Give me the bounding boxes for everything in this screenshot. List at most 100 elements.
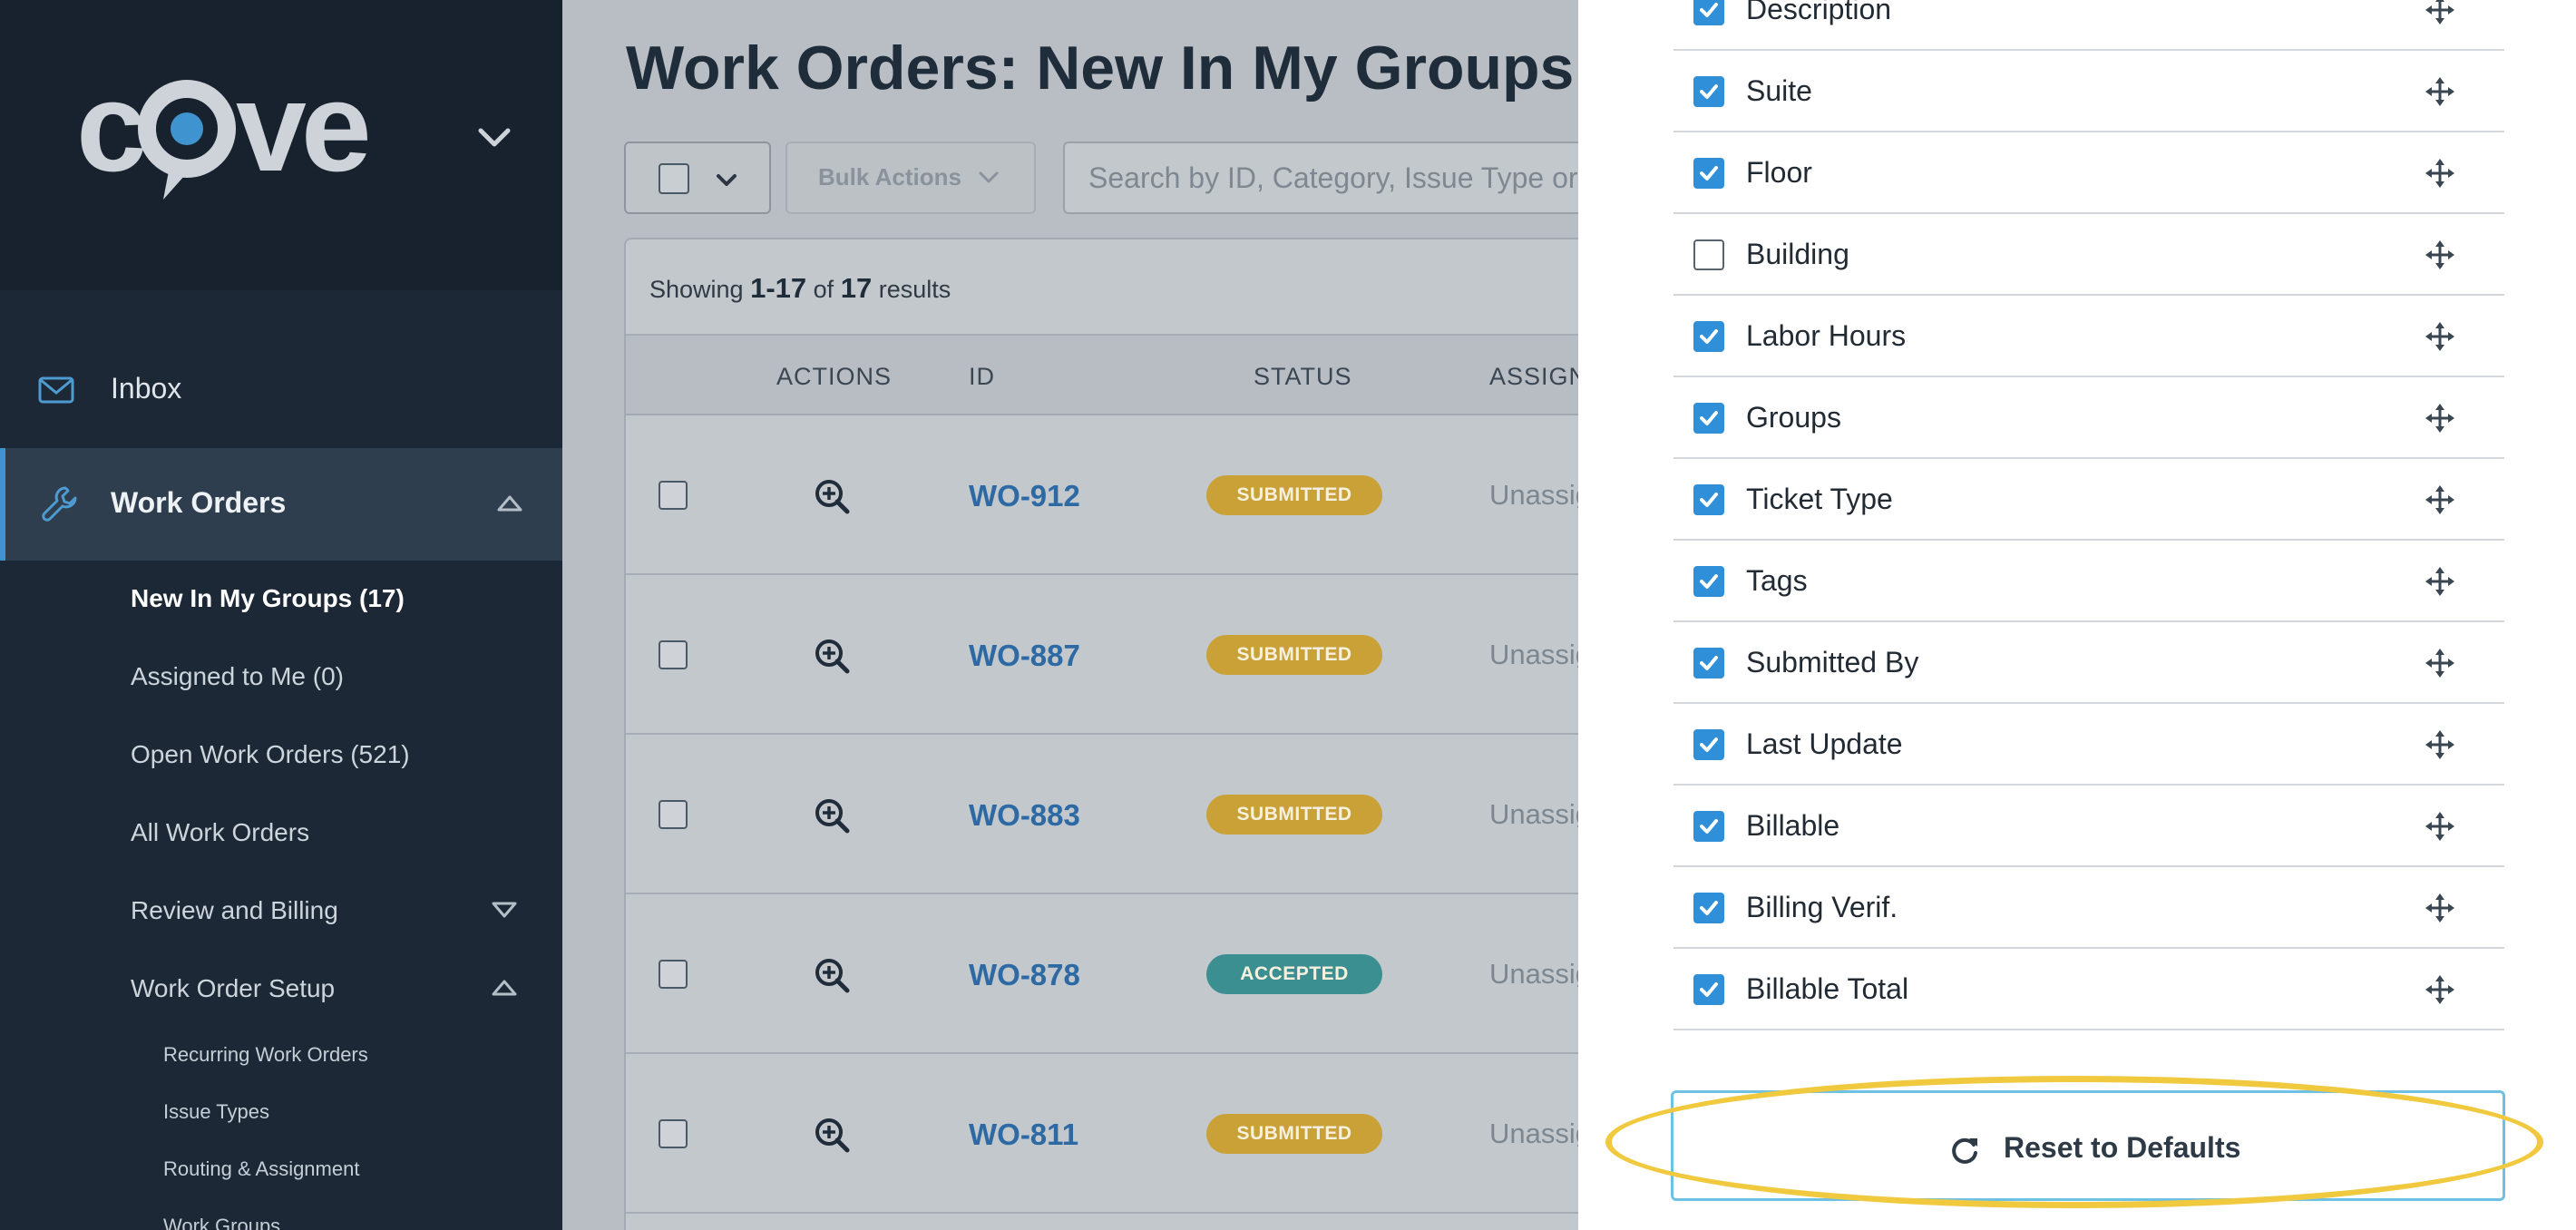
table-row[interactable]: WO-912 SUBMITTED Unassigned bbox=[626, 415, 1578, 575]
chevron-down-icon[interactable] bbox=[713, 167, 740, 194]
chevron-down-icon[interactable] bbox=[472, 120, 517, 156]
zoom-in-icon[interactable] bbox=[813, 637, 851, 675]
column-checkbox[interactable] bbox=[1693, 321, 1724, 352]
column-checkbox[interactable] bbox=[1693, 648, 1724, 678]
subnav-open-work-orders[interactable]: Open Work Orders (521) bbox=[131, 740, 410, 769]
drag-handle-icon[interactable] bbox=[2425, 974, 2455, 1005]
drag-handle-icon[interactable] bbox=[2425, 484, 2455, 515]
subnav-all-work-orders[interactable]: All Work Orders bbox=[131, 818, 309, 847]
drag-handle-icon[interactable] bbox=[2425, 321, 2455, 352]
column-option[interactable]: Ticket Type bbox=[1673, 459, 2504, 541]
nav-inbox[interactable]: Inbox bbox=[0, 345, 562, 435]
zoom-in-icon[interactable] bbox=[813, 796, 851, 835]
column-header-status[interactable]: STATUS bbox=[1254, 363, 1352, 391]
column-checkbox[interactable] bbox=[1693, 893, 1724, 923]
drag-handle-icon[interactable] bbox=[2425, 648, 2455, 678]
column-option[interactable]: Labor Hours bbox=[1673, 296, 2504, 377]
table-row[interactable]: WO-887 SUBMITTED Unassigned bbox=[626, 575, 1578, 735]
drag-handle-icon[interactable] bbox=[2425, 76, 2455, 107]
drag-handle-icon[interactable] bbox=[2425, 403, 2455, 434]
bulk-actions-label: Bulk Actions bbox=[818, 163, 961, 190]
work-order-id-link[interactable]: WO-887 bbox=[969, 639, 1080, 673]
column-checkbox[interactable] bbox=[1693, 403, 1724, 434]
work-order-id-link[interactable]: WO-912 bbox=[969, 479, 1080, 513]
column-option[interactable]: Billable Total bbox=[1673, 949, 2504, 1030]
zoom-in-icon[interactable] bbox=[813, 1116, 851, 1154]
column-option[interactable]: Submitted By bbox=[1673, 622, 2504, 704]
row-checkbox[interactable] bbox=[659, 481, 688, 510]
column-option[interactable]: Floor bbox=[1673, 132, 2504, 214]
subnav-issue-types[interactable]: Issue Types bbox=[163, 1100, 269, 1124]
table-row[interactable]: WO-878 ACCEPTED Unassigned bbox=[626, 894, 1578, 1054]
chevron-down-icon bbox=[979, 171, 999, 183]
subnav-work-order-setup[interactable]: Work Order Setup bbox=[131, 974, 335, 1003]
column-header-actions[interactable]: ACTIONS bbox=[776, 363, 892, 391]
drag-handle-icon[interactable] bbox=[2425, 239, 2455, 270]
search-input[interactable] bbox=[1063, 142, 1578, 214]
checkmark-icon bbox=[1700, 329, 1718, 344]
column-checkbox[interactable] bbox=[1693, 239, 1724, 270]
checkmark-icon bbox=[1700, 84, 1718, 99]
subnav-recurring-work-orders[interactable]: Recurring Work Orders bbox=[163, 1043, 368, 1067]
work-order-id-link[interactable]: WO-811 bbox=[969, 1118, 1078, 1152]
drag-handle-icon[interactable] bbox=[2425, 158, 2455, 189]
drag-handle-icon[interactable] bbox=[2425, 811, 2455, 842]
subnav-new-in-my-groups[interactable]: New In My Groups (17) bbox=[131, 584, 405, 613]
column-option-label: Ticket Type bbox=[1746, 483, 1893, 515]
column-option[interactable]: Groups bbox=[1673, 377, 2504, 459]
checkmark-icon bbox=[1700, 901, 1718, 915]
main-content: Work Orders: New In My Groups Bulk Actio… bbox=[562, 0, 1578, 1230]
column-option[interactable]: Building bbox=[1673, 214, 2504, 296]
work-order-id-link[interactable]: WO-878 bbox=[969, 958, 1080, 992]
caret-up-icon[interactable] bbox=[493, 486, 526, 519]
select-all-checkbox[interactable] bbox=[659, 163, 689, 194]
column-header-id[interactable]: ID bbox=[969, 363, 995, 391]
zoom-in-icon[interactable] bbox=[813, 956, 851, 994]
bulk-actions-button[interactable]: Bulk Actions bbox=[785, 142, 1036, 214]
reset-to-defaults-button[interactable]: Reset to Defaults bbox=[1671, 1090, 2505, 1201]
column-checkbox[interactable] bbox=[1693, 566, 1724, 597]
caret-up-icon[interactable] bbox=[488, 974, 521, 1001]
table-row[interactable]: WO-811 SUBMITTED Unassigned bbox=[626, 1054, 1578, 1214]
nav-work-orders[interactable]: Work Orders bbox=[0, 448, 562, 561]
checkmark-icon bbox=[1700, 819, 1718, 834]
row-checkbox[interactable] bbox=[659, 640, 688, 669]
row-checkbox[interactable] bbox=[659, 1119, 688, 1148]
column-checkbox[interactable] bbox=[1693, 76, 1724, 107]
assignee-cell: Unassigned bbox=[1489, 958, 1578, 990]
checkmark-icon bbox=[1700, 3, 1718, 17]
subnav-routing-assignment[interactable]: Routing & Assignment bbox=[163, 1157, 359, 1181]
subnav-work-groups[interactable]: Work Groups bbox=[163, 1215, 280, 1230]
subnav-review-and-billing[interactable]: Review and Billing bbox=[131, 896, 338, 925]
column-option-label: Building bbox=[1746, 238, 1849, 270]
column-option[interactable]: Billing Verif. bbox=[1673, 867, 2504, 949]
results-prefix: Showing bbox=[649, 276, 744, 303]
drag-handle-icon[interactable] bbox=[2425, 893, 2455, 923]
drag-handle-icon[interactable] bbox=[2425, 729, 2455, 760]
column-option[interactable]: Description bbox=[1673, 0, 2504, 51]
row-checkbox[interactable] bbox=[659, 960, 688, 989]
row-checkbox[interactable] bbox=[659, 800, 688, 829]
column-checkbox[interactable] bbox=[1693, 974, 1724, 1005]
column-checkbox[interactable] bbox=[1693, 729, 1724, 760]
column-checkbox[interactable] bbox=[1693, 158, 1724, 189]
subnav-assigned-to-me[interactable]: Assigned to Me (0) bbox=[131, 662, 344, 691]
column-option[interactable]: Billable bbox=[1673, 786, 2504, 867]
zoom-in-icon[interactable] bbox=[813, 477, 851, 515]
column-option[interactable]: Suite bbox=[1673, 51, 2504, 132]
caret-down-icon[interactable] bbox=[488, 896, 521, 923]
column-option[interactable]: Last Update bbox=[1673, 704, 2504, 786]
cove-logo[interactable]: c ve bbox=[76, 54, 394, 209]
column-option[interactable]: Tags bbox=[1673, 541, 2504, 622]
nav-inbox-label: Inbox bbox=[111, 372, 182, 405]
drag-handle-icon[interactable] bbox=[2425, 0, 2455, 25]
column-header-assignee[interactable]: ASSIGNEE bbox=[1489, 363, 1578, 391]
nav-work-orders-label: Work Orders bbox=[111, 486, 287, 519]
column-checkbox[interactable] bbox=[1693, 484, 1724, 515]
column-checkbox[interactable] bbox=[1693, 0, 1724, 25]
drag-handle-icon[interactable] bbox=[2425, 566, 2455, 597]
work-order-id-link[interactable]: WO-883 bbox=[969, 798, 1080, 833]
select-all-dropdown[interactable] bbox=[624, 142, 771, 214]
table-row[interactable]: WO-883 SUBMITTED Unassigned bbox=[626, 735, 1578, 894]
column-checkbox[interactable] bbox=[1693, 811, 1724, 842]
